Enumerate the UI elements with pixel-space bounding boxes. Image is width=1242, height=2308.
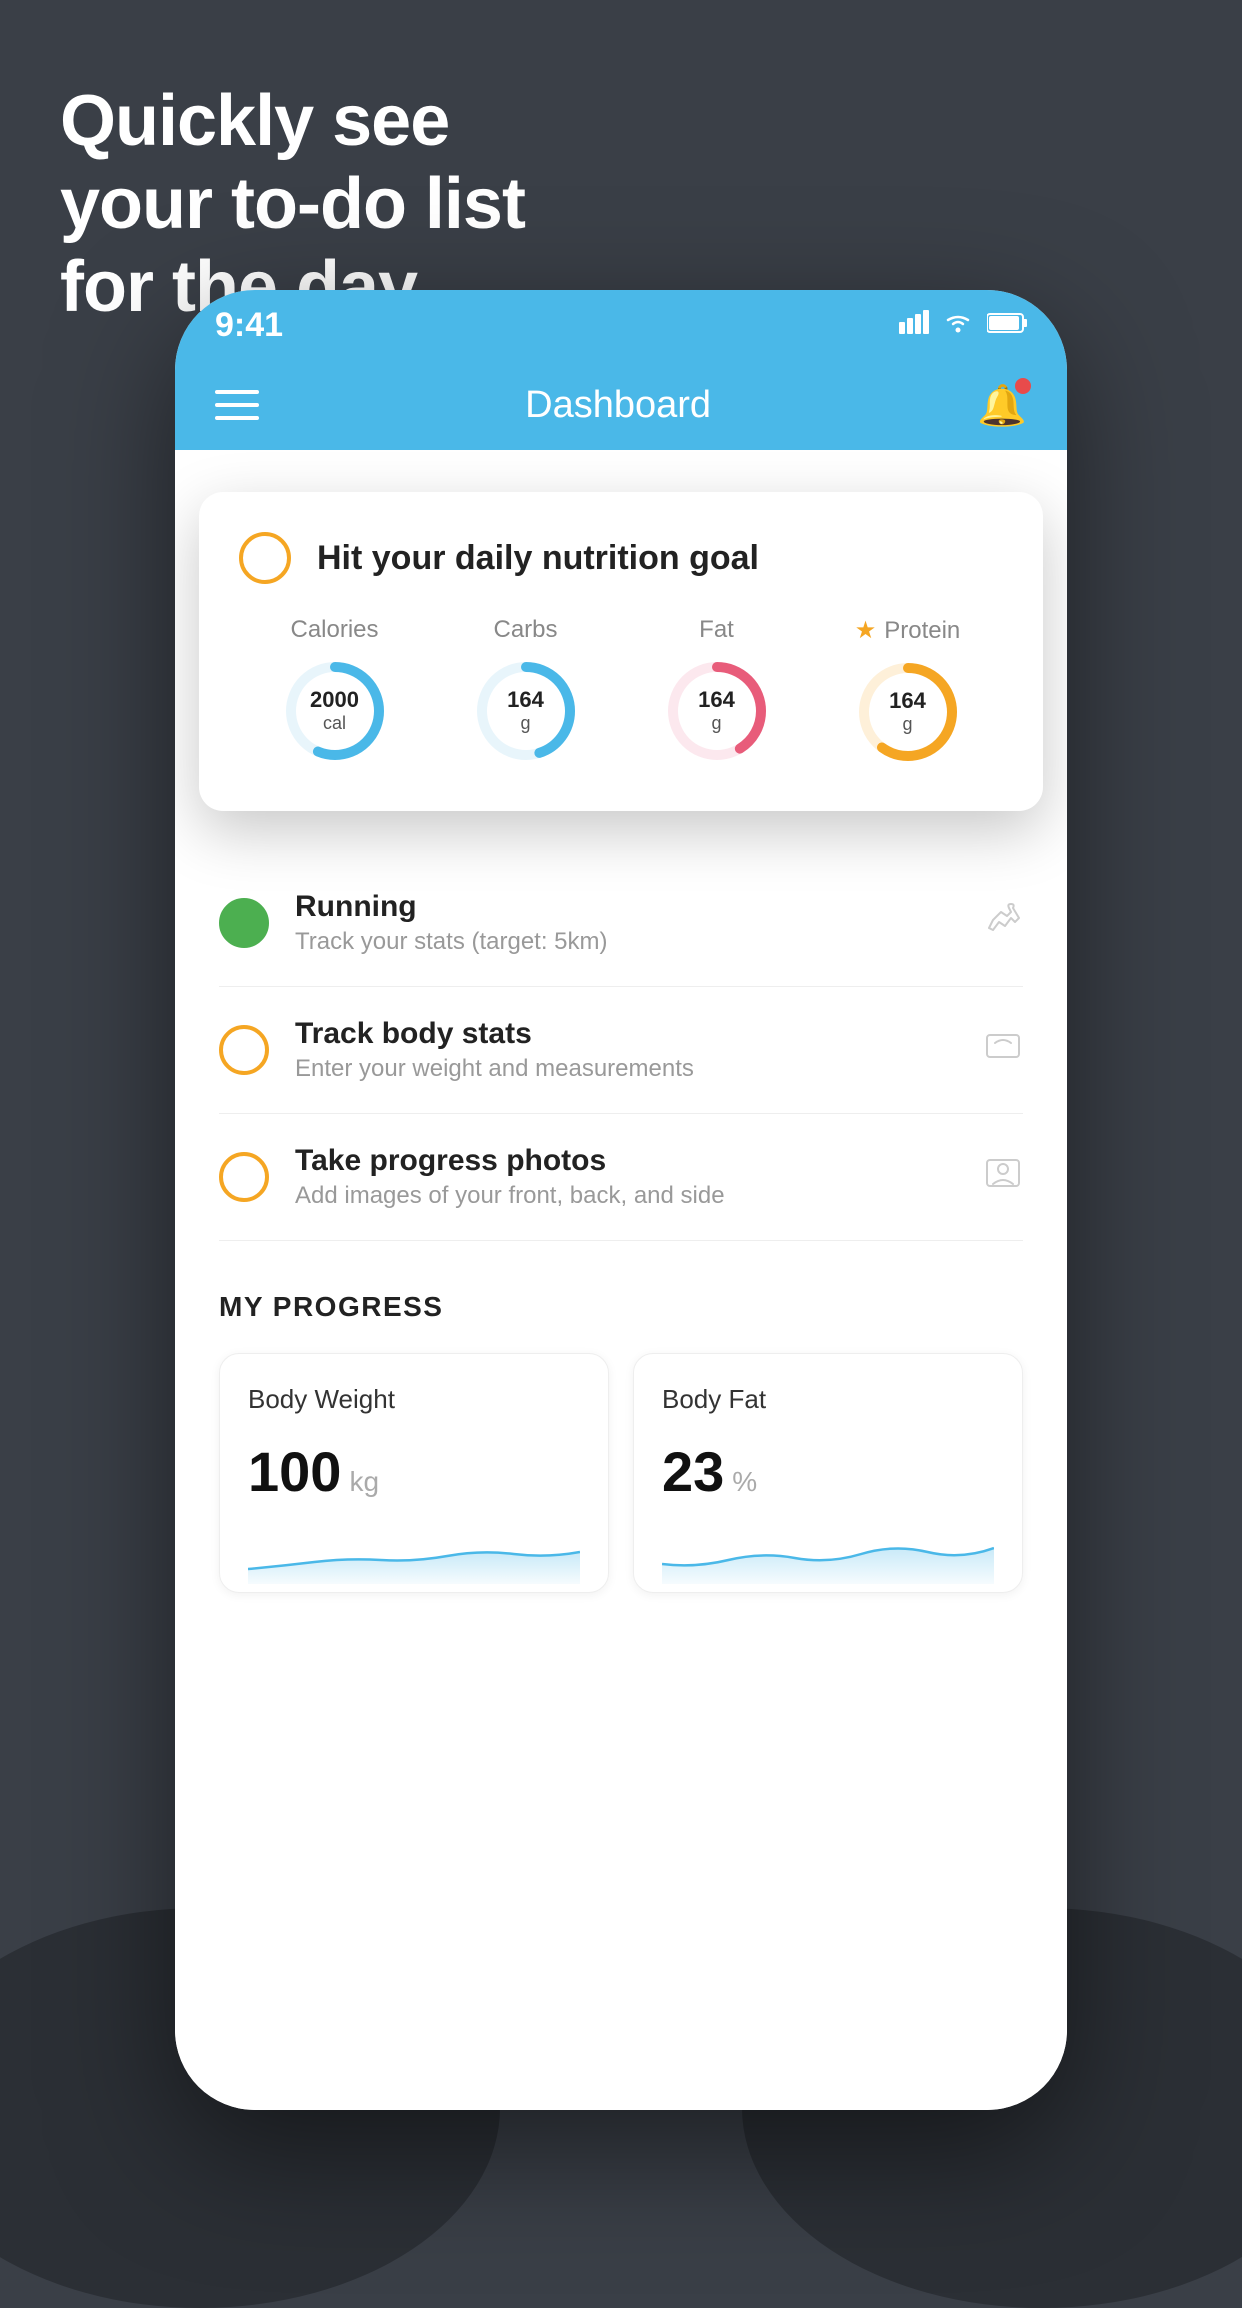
phone-frame: 9:41 Dashboard 🔔 THINGS TO DO TODAY (175, 290, 1067, 2110)
body-weight-card[interactable]: Body Weight 100 kg (219, 1353, 609, 1593)
fat-unit: g (698, 713, 735, 735)
headline-line2: your to-do list (60, 164, 525, 244)
calories-unit: cal (310, 713, 359, 735)
todo-item-body-stats[interactable]: Track body stats Enter your weight and m… (219, 987, 1023, 1114)
calories-donut: 2000 cal (280, 656, 390, 766)
todo-sub-photos: Add images of your front, back, and side (295, 1182, 957, 1210)
nutrition-row: Calories 2000 cal Carbs (239, 616, 1003, 767)
nutrition-card: Hit your daily nutrition goal Calories 2… (199, 492, 1043, 811)
body-fat-title: Body Fat (662, 1384, 994, 1415)
fat-value: 164 (698, 687, 735, 713)
nutrition-card-title: Hit your daily nutrition goal (317, 539, 759, 578)
nutrition-calories: Calories 2000 cal (280, 616, 390, 766)
status-icons (899, 309, 1027, 341)
todo-name-photos: Take progress photos (295, 1144, 957, 1178)
progress-header: MY PROGRESS (219, 1291, 1023, 1323)
protein-value: 164 (889, 688, 926, 714)
body-weight-title: Body Weight (248, 1384, 580, 1415)
todo-sub-running: Track your stats (target: 5km) (295, 928, 957, 956)
todo-text-running: Running Track your stats (target: 5km) (295, 890, 957, 956)
protein-unit: g (889, 714, 926, 736)
nutrition-protein: ★ Protein 164 g (853, 616, 963, 767)
carbs-unit: g (507, 713, 544, 735)
notification-dot (1015, 378, 1031, 394)
running-icon (983, 902, 1023, 945)
scale-icon (983, 1029, 1023, 1072)
todo-item-photos[interactable]: Take progress photos Add images of your … (219, 1114, 1023, 1241)
status-bar: 9:41 (175, 290, 1067, 360)
calories-label: Calories (290, 616, 378, 644)
nutrition-carbs: Carbs 164 g (471, 616, 581, 766)
hamburger-menu[interactable] (215, 390, 259, 420)
nutrition-fat: Fat 164 g (662, 616, 772, 766)
nutrition-check-circle[interactable] (239, 532, 291, 584)
todo-text-photos: Take progress photos Add images of your … (295, 1144, 957, 1210)
protein-label: ★ Protein (855, 616, 961, 645)
headline-line1: Quickly see (60, 81, 449, 161)
calories-value: 2000 (310, 687, 359, 713)
carbs-donut: 164 g (471, 656, 581, 766)
todo-text-body-stats: Track body stats Enter your weight and m… (295, 1017, 957, 1083)
todo-circle-running (219, 898, 269, 948)
todo-list: Running Track your stats (target: 5km) T… (175, 860, 1067, 1241)
body-fat-card[interactable]: Body Fat 23 % (633, 1353, 1023, 1593)
protein-donut: 164 g (853, 657, 963, 767)
fat-label: Fat (699, 616, 734, 644)
notification-bell[interactable]: 🔔 (977, 382, 1027, 429)
battery-icon (987, 309, 1027, 341)
todo-circle-photos (219, 1152, 269, 1202)
nav-bar: Dashboard 🔔 (175, 360, 1067, 450)
body-fat-value-row: 23 % (662, 1439, 994, 1504)
carbs-value: 164 (507, 687, 544, 713)
body-fat-number: 23 (662, 1439, 724, 1504)
signal-icon (899, 309, 929, 341)
todo-circle-body-stats (219, 1025, 269, 1075)
body-fat-sparkline (662, 1524, 994, 1584)
body-weight-number: 100 (248, 1439, 341, 1504)
todo-item-running[interactable]: Running Track your stats (target: 5km) (219, 860, 1023, 987)
body-weight-sparkline (248, 1524, 580, 1584)
fat-donut: 164 g (662, 656, 772, 766)
status-time: 9:41 (215, 306, 283, 345)
body-fat-unit: % (732, 1466, 757, 1498)
todo-name-running: Running (295, 890, 957, 924)
wifi-icon (943, 309, 973, 341)
todo-sub-body-stats: Enter your weight and measurements (295, 1055, 957, 1083)
body-weight-unit: kg (349, 1466, 379, 1498)
nav-title: Dashboard (525, 384, 711, 427)
main-content: THINGS TO DO TODAY Hit your daily nutrit… (175, 450, 1067, 2110)
body-weight-value-row: 100 kg (248, 1439, 580, 1504)
progress-cards: Body Weight 100 kg (219, 1353, 1023, 1593)
todo-name-body-stats: Track body stats (295, 1017, 957, 1051)
carbs-label: Carbs (493, 616, 557, 644)
person-icon (983, 1156, 1023, 1199)
progress-section: MY PROGRESS Body Weight 100 kg (175, 1241, 1067, 1633)
protein-star-icon: ★ (855, 616, 877, 645)
